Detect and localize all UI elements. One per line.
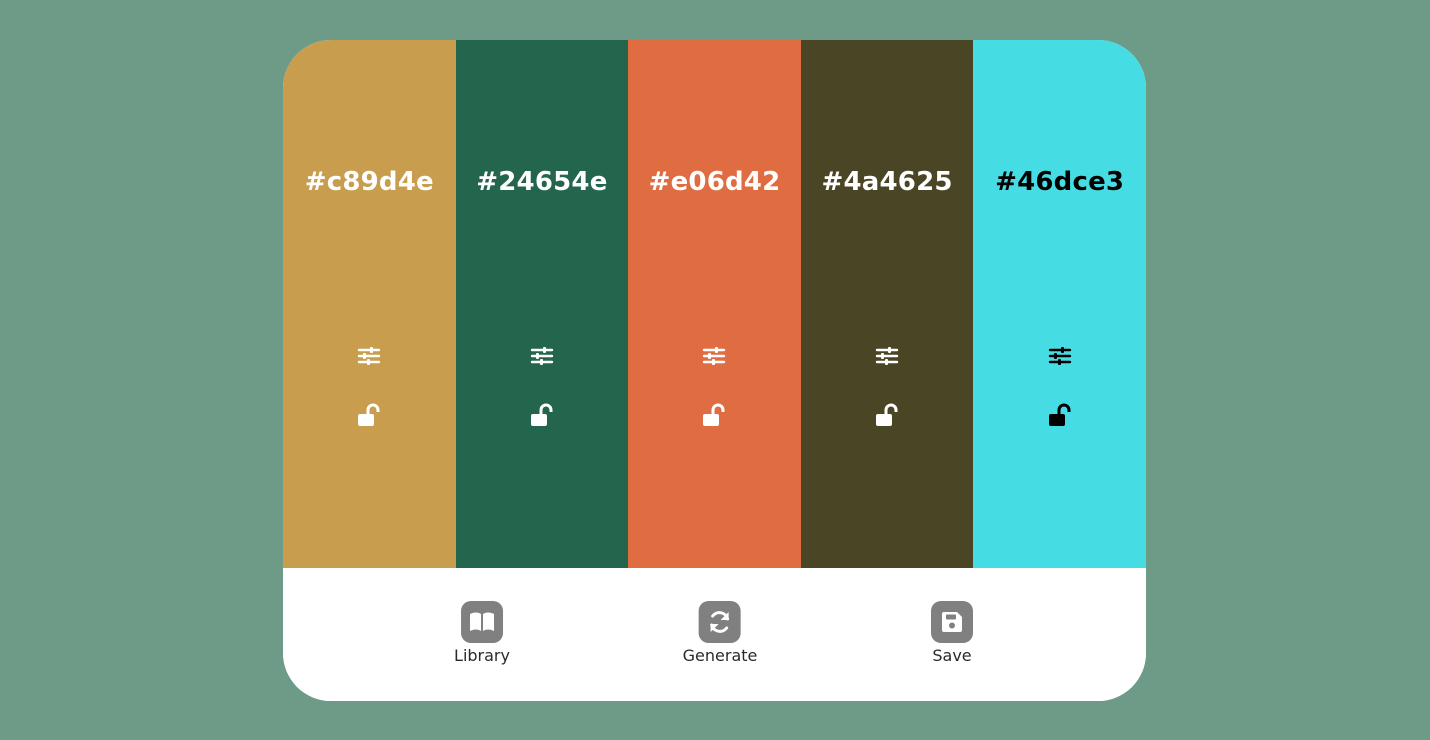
unlock-icon[interactable] bbox=[698, 399, 730, 431]
sliders-icon[interactable] bbox=[1044, 340, 1076, 372]
generate-label: Generate bbox=[682, 646, 758, 665]
color-swatch: #c89d4e bbox=[283, 40, 456, 568]
unlock-icon[interactable] bbox=[871, 399, 903, 431]
hex-code-label[interactable]: #24654e bbox=[456, 167, 629, 197]
hex-code-label[interactable]: #46dce3 bbox=[973, 167, 1146, 197]
color-swatch: #24654e bbox=[455, 40, 629, 568]
refresh-icon bbox=[698, 601, 741, 643]
sliders-icon[interactable] bbox=[871, 340, 903, 372]
save-button[interactable]: Save bbox=[931, 601, 973, 665]
color-swatch: #e06d42 bbox=[628, 40, 801, 568]
hex-code-label[interactable]: #4a4625 bbox=[801, 167, 974, 197]
palette-swatches: #c89d4e #24654e #e06d42 #4a4625 #46dce3 bbox=[283, 40, 1146, 568]
library-label: Library bbox=[454, 646, 510, 665]
save-label: Save bbox=[932, 646, 972, 665]
unlock-icon[interactable] bbox=[526, 399, 558, 431]
hex-code-label[interactable]: #e06d42 bbox=[628, 167, 801, 197]
generate-button[interactable]: Generate bbox=[682, 601, 758, 665]
library-button[interactable]: Library bbox=[454, 601, 510, 665]
color-swatch: #46dce3 bbox=[973, 40, 1146, 568]
sliders-icon[interactable] bbox=[698, 340, 730, 372]
unlock-icon[interactable] bbox=[1044, 399, 1076, 431]
sliders-icon[interactable] bbox=[526, 340, 558, 372]
floppy-disk-icon bbox=[931, 601, 973, 643]
unlock-icon[interactable] bbox=[353, 399, 385, 431]
color-swatch: #4a4625 bbox=[800, 40, 974, 568]
sliders-icon[interactable] bbox=[353, 340, 385, 372]
book-open-icon bbox=[460, 601, 503, 643]
bottom-toolbar: Library Generate Save bbox=[283, 568, 1146, 701]
palette-card: #c89d4e #24654e #e06d42 #4a4625 #46dce3 … bbox=[283, 40, 1146, 701]
hex-code-label[interactable]: #c89d4e bbox=[283, 167, 456, 197]
